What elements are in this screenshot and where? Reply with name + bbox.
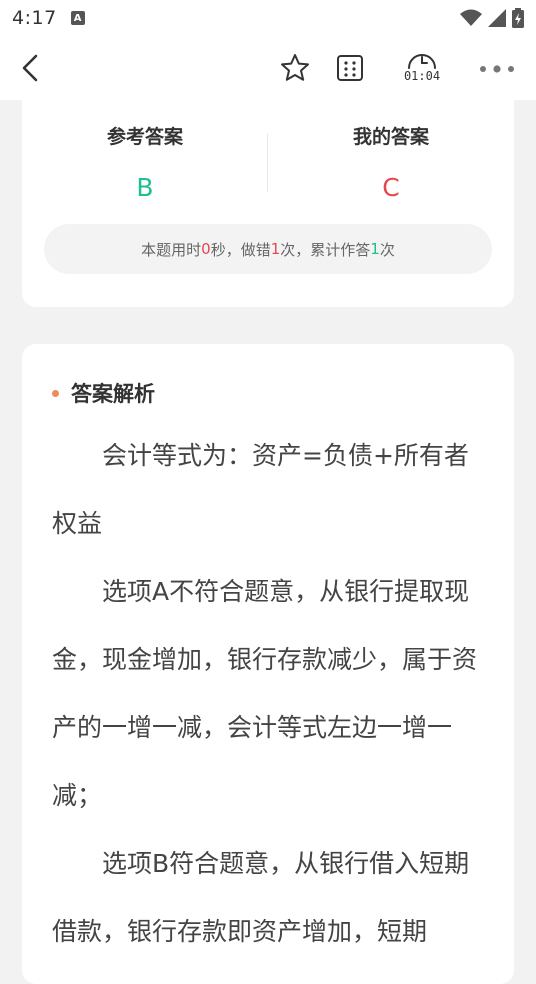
timer-clock-icon[interactable] bbox=[406, 50, 438, 70]
signal-icon bbox=[488, 9, 506, 27]
stats-answer-count: 1 bbox=[370, 240, 380, 258]
status-icons bbox=[460, 8, 524, 28]
battery-icon bbox=[512, 8, 524, 28]
top-nav-bar: 01:04 bbox=[0, 36, 536, 100]
more-options-icon[interactable] bbox=[478, 64, 516, 74]
analysis-paragraph: 选项A不符合题意，从银行提取现金，现金增加，银行存款减少，属于资产的一增一减，会… bbox=[52, 577, 478, 810]
reference-answer-value: B bbox=[136, 173, 154, 202]
stats-mid1: 秒，做错 bbox=[210, 240, 271, 259]
stats-suffix: 次 bbox=[379, 240, 395, 259]
analysis-card: 答案解析 会计等式为：资产=负债+所有者权益 选项A不符合题意，从银行提取现金，… bbox=[22, 344, 514, 984]
reference-answer-label: 参考答案 bbox=[106, 126, 183, 148]
answer-sheet-icon[interactable] bbox=[334, 52, 366, 84]
reference-answer-column: 参考答案 B bbox=[22, 122, 268, 202]
notification-icon: A bbox=[70, 11, 85, 25]
status-time: 4:17 bbox=[12, 7, 57, 29]
my-answer-label: 我的答案 bbox=[352, 126, 429, 148]
my-answer-value: C bbox=[382, 173, 400, 202]
stats-mid2: 次，累计作答 bbox=[280, 240, 371, 259]
back-arrow-icon[interactable] bbox=[16, 52, 46, 84]
stats-wrong-count: 1 bbox=[270, 240, 281, 258]
timer-readout[interactable]: 01:04 bbox=[400, 69, 444, 83]
stats-seconds: 0 bbox=[201, 240, 211, 258]
answer-summary-card: 参考答案 B 我的答案 C 本题用时 0 秒，做错 1 次，累计作答 1 次 bbox=[22, 100, 514, 307]
stats-prefix: 本题用时 bbox=[141, 240, 202, 259]
analysis-title: 答案解析 bbox=[71, 382, 155, 406]
my-answer-column: 我的答案 C bbox=[268, 122, 514, 202]
analysis-header: 答案解析 bbox=[52, 378, 155, 408]
analysis-paragraph: 选项B符合题意，从银行借入短期借款，银行存款即资产增加，短期 bbox=[52, 849, 470, 946]
section-bullet-icon bbox=[52, 389, 59, 397]
analysis-body: 会计等式为：资产=负债+所有者权益 选项A不符合题意，从银行提取现金，现金增加，… bbox=[52, 422, 484, 966]
answer-stats-bar: 本题用时 0 秒，做错 1 次，累计作答 1 次 bbox=[44, 224, 492, 274]
star-icon[interactable] bbox=[279, 52, 311, 84]
analysis-paragraph: 会计等式为：资产=负债+所有者权益 bbox=[52, 441, 469, 538]
status-bar: 4:17 A bbox=[0, 0, 536, 36]
wifi-icon bbox=[460, 9, 482, 26]
